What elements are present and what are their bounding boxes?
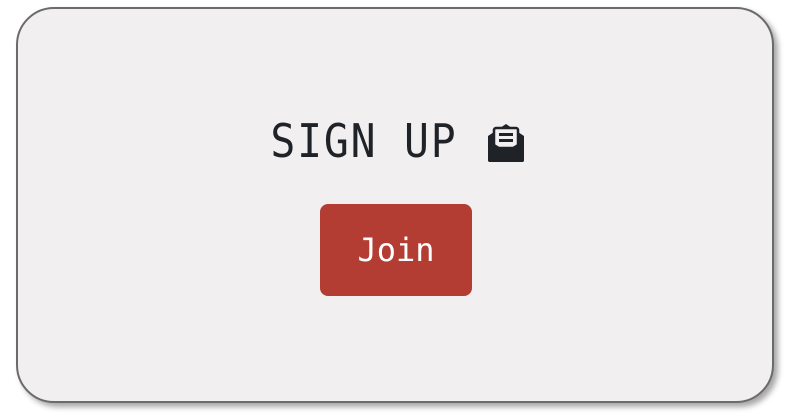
envelope-open-text-icon	[482, 118, 530, 166]
join-button[interactable]: Join	[320, 204, 472, 296]
signup-title: SIGN UP	[270, 114, 458, 168]
signup-card: SIGN UP Join	[16, 7, 774, 403]
title-row: SIGN UP	[18, 113, 772, 169]
